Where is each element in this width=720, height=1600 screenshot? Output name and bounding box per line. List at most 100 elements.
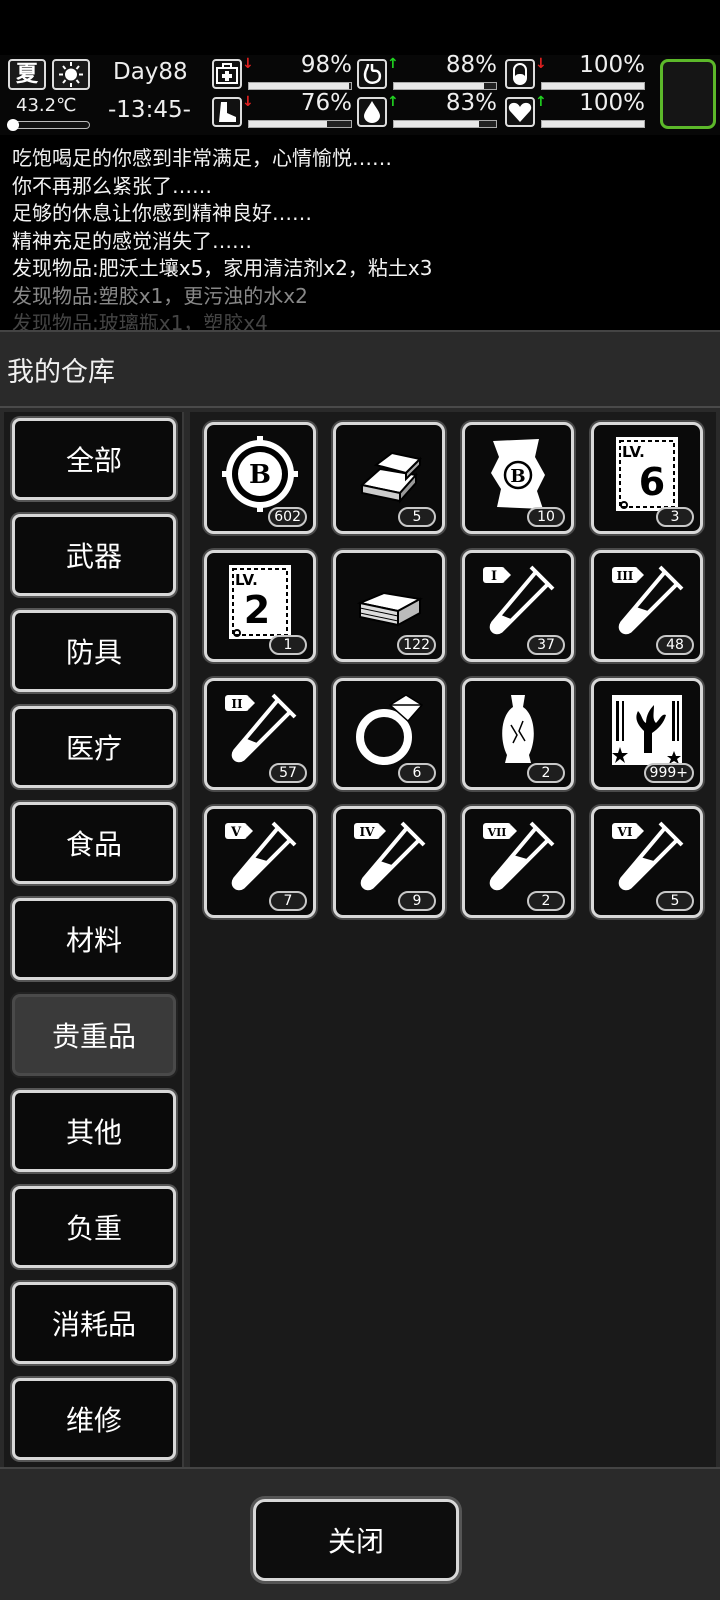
equipped-slot[interactable] <box>660 59 716 129</box>
book-lv-prefix: LV. <box>622 443 645 461</box>
item-slot-bitcoin-map[interactable]: B 10 <box>462 422 574 534</box>
item-count: 999+ <box>643 763 694 783</box>
log-line: 发现物品:塑胶x1，更污浊的水x2 <box>12 283 308 308</box>
category-medical[interactable]: 医疗 <box>12 706 176 788</box>
diamond-ring-icon <box>356 694 424 765</box>
skill-book-lv2-icon: LV. 2 <box>229 565 291 639</box>
category-weapons[interactable]: 武器 <box>12 514 176 596</box>
stat-value: 100% <box>579 90 645 116</box>
cash-stack-icon <box>356 591 424 627</box>
item-grid: B 602 5 B 10 LV. 6 3 LV. 2 1 122 I 37 II… <box>190 412 716 1467</box>
season-badge: 夏 <box>8 59 46 90</box>
stomach-icon <box>357 59 387 89</box>
log-line: 精神充足的感觉消失了…… <box>12 228 252 253</box>
trend-down-icon: ↓ <box>242 94 254 110</box>
trend-up-icon: ↑ <box>535 94 547 110</box>
tube-label: VII <box>487 826 507 839</box>
category-all[interactable]: 全部 <box>12 418 176 500</box>
pill-icon <box>505 59 535 89</box>
item-slot-gold-bars[interactable]: 5 <box>333 422 445 534</box>
log-line: 吃饱喝足的你感到非常满足，心情愉悦…… <box>12 146 392 170</box>
item-count: 1 <box>269 635 307 655</box>
test-tube-6-icon: VI <box>612 821 684 891</box>
item-slot-skill-book-lv2[interactable]: LV. 2 1 <box>204 550 316 662</box>
item-count: 2 <box>527 891 565 911</box>
item-slot-coral-card[interactable]: 999+ <box>591 678 703 790</box>
log-line: 你不再那么紧张了…… <box>12 173 212 198</box>
test-tube-7-icon: VII <box>483 821 555 891</box>
item-count: 48 <box>656 635 694 655</box>
category-food[interactable]: 食品 <box>12 802 176 884</box>
stat-thirst[interactable]: ↑ 83% <box>357 90 497 129</box>
item-slot-bitcoin-coin[interactable]: B 602 <box>204 422 316 534</box>
tube-label: II <box>231 697 243 711</box>
day-counter: Day88 <box>113 59 188 85</box>
water-drop-icon <box>357 97 387 127</box>
item-slot-antique-vase[interactable]: 2 <box>462 678 574 790</box>
coral-card-icon <box>612 695 682 765</box>
stat-value: 98% <box>300 52 352 78</box>
item-slot-skill-book-lv6[interactable]: LV. 6 3 <box>591 422 703 534</box>
temperature-text: 43.2℃ <box>16 95 77 116</box>
tube-label: VI <box>617 825 633 839</box>
item-count: 57 <box>269 763 307 783</box>
category-valuables[interactable]: 贵重品 <box>12 994 176 1076</box>
item-slot-diamond-ring[interactable]: 6 <box>333 678 445 790</box>
medkit-icon <box>212 59 242 89</box>
tube-label: I <box>491 569 497 584</box>
test-tube-3-icon: III <box>612 565 684 635</box>
stat-value: 88% <box>445 52 497 78</box>
gold-bars-icon <box>359 451 423 504</box>
item-slot-test-tube-7[interactable]: VII 2 <box>462 806 574 918</box>
item-count: 9 <box>398 891 436 911</box>
category-sidebar[interactable]: 全部 武器 防具 医疗 食品 材料 贵重品 其他 负重 消耗品 维修 <box>4 412 184 1467</box>
category-armor[interactable]: 防具 <box>12 610 176 692</box>
category-consumables[interactable]: 消耗品 <box>12 1282 176 1364</box>
item-slot-cash-stack[interactable]: 122 <box>333 550 445 662</box>
item-slot-test-tube-3[interactable]: III 48 <box>591 550 703 662</box>
item-slot-test-tube-5[interactable]: V 7 <box>204 806 316 918</box>
boot-icon <box>212 97 242 127</box>
trend-down-icon: ↓ <box>535 56 547 72</box>
item-slot-test-tube-2[interactable]: II 57 <box>204 678 316 790</box>
category-carry[interactable]: 负重 <box>12 1186 176 1268</box>
trend-down-icon: ↓ <box>242 56 254 72</box>
item-slot-test-tube-6[interactable]: VI 5 <box>591 806 703 918</box>
sun-icon <box>52 59 90 90</box>
trend-up-icon: ↑ <box>387 56 399 72</box>
stat-hunger[interactable]: ↑ 88% <box>357 52 497 91</box>
stat-value: 76% <box>300 90 352 116</box>
log-line: 发现物品:玻璃瓶x1，塑胶x4 <box>12 311 268 330</box>
log-line: 发现物品:肥沃土壤x5，家用清洁剂x2，粘土x3 <box>12 256 433 280</box>
stat-medicine[interactable]: ↓ 100% <box>505 52 645 91</box>
stat-mood[interactable]: ↑ 100% <box>505 90 645 129</box>
test-tube-5-icon: V <box>225 821 297 891</box>
stat-health[interactable]: ↓ 98% <box>212 52 352 91</box>
test-tube-2-icon: II <box>225 693 297 763</box>
item-count: 7 <box>269 891 307 911</box>
item-slot-test-tube-1[interactable]: I 37 <box>462 550 574 662</box>
item-count: 122 <box>397 635 436 655</box>
bitcoin-coin-icon: B <box>222 436 298 512</box>
bottom-bar: 关闭 <box>0 1467 720 1600</box>
book-level: 2 <box>244 588 270 632</box>
title-divider <box>0 406 720 408</box>
coin-letter: B <box>249 460 271 490</box>
item-count: 10 <box>527 507 565 527</box>
item-count: 5 <box>656 891 694 911</box>
book-level: 6 <box>639 460 665 504</box>
panel-title: 我的仓库 <box>7 357 115 388</box>
stat-value: 100% <box>579 52 645 78</box>
book-lv-prefix: LV. <box>235 571 258 589</box>
item-slot-test-tube-4[interactable]: IV 9 <box>333 806 445 918</box>
heart-icon <box>505 97 535 127</box>
category-other[interactable]: 其他 <box>12 1090 176 1172</box>
item-count: 3 <box>656 507 694 527</box>
tube-label: III <box>617 569 634 583</box>
category-materials[interactable]: 材料 <box>12 898 176 980</box>
log-line: 足够的休息让你感到精神良好…… <box>12 201 312 225</box>
stat-stamina[interactable]: ↓ 76% <box>212 90 352 129</box>
category-repair[interactable]: 维修 <box>12 1378 176 1460</box>
clock-time: -13:45- <box>108 97 191 123</box>
close-button[interactable]: 关闭 <box>253 1499 459 1581</box>
